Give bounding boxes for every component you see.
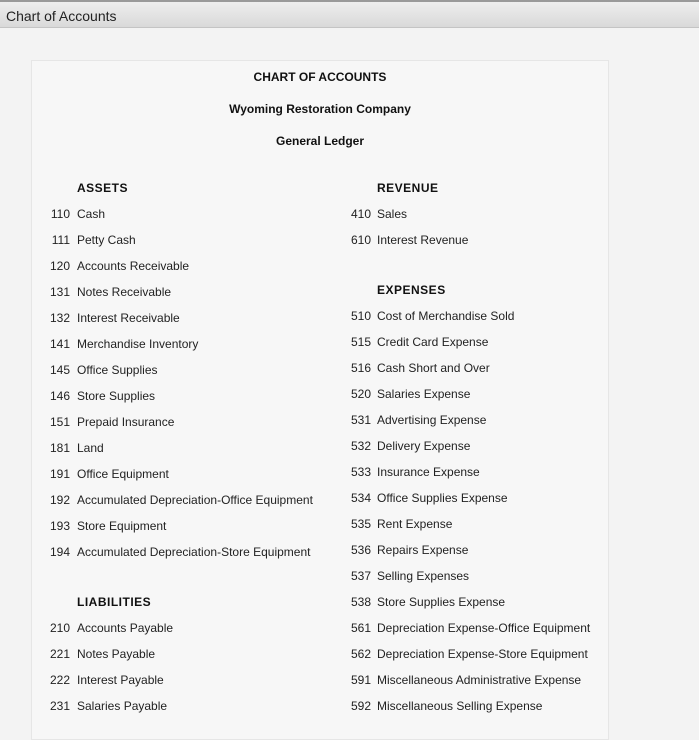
account-name: Notes Receivable <box>77 285 172 299</box>
account-number: 536 <box>350 543 371 557</box>
account-number: 531 <box>350 413 371 427</box>
account-number: 146 <box>49 389 70 403</box>
account-number: 110 <box>50 207 70 221</box>
account-number: 222 <box>49 673 70 687</box>
account-number: 592 <box>350 699 371 713</box>
account-number: 532 <box>350 439 371 453</box>
account-name: Miscellaneous Administrative Expense <box>377 673 582 687</box>
account-number: 221 <box>49 647 70 661</box>
account-number: 193 <box>49 519 70 533</box>
expenses-heading: EXPENSES <box>377 283 446 297</box>
account-name: Interest Payable <box>77 673 164 687</box>
account-number: 510 <box>350 309 371 323</box>
account-name: Cost of Merchandise Sold <box>377 309 515 323</box>
account-name: Selling Expenses <box>377 569 470 583</box>
account-name: Sales <box>377 207 408 221</box>
account-name: Salaries Expense <box>377 387 471 401</box>
account-name: Land <box>77 441 104 455</box>
company-name: Wyoming Restoration Company <box>229 102 411 116</box>
account-name: Cash <box>77 207 106 221</box>
account-number: 515 <box>350 335 371 349</box>
account-name: Merchandise Inventory <box>77 337 199 351</box>
revenue-heading: REVENUE <box>377 181 439 195</box>
account-number: 538 <box>350 595 371 609</box>
account-number: 535 <box>350 517 371 531</box>
liabilities-heading: LIABILITIES <box>77 595 152 609</box>
account-name: Depreciation Expense-Office Equipment <box>377 621 591 635</box>
account-name: Depreciation Expense-Store Equipment <box>377 647 588 661</box>
account-name: Interest Revenue <box>377 233 469 247</box>
account-name: Accumulated Depreciation-Office Equipmen… <box>77 493 313 507</box>
account-name: Credit Card Expense <box>377 335 489 349</box>
account-number: 561 <box>350 621 371 635</box>
account-number: 410 <box>350 207 371 221</box>
account-number: 120 <box>49 259 70 273</box>
account-number: 591 <box>350 673 371 687</box>
account-number: 534 <box>350 491 371 505</box>
assets-heading: ASSETS <box>77 181 129 195</box>
account-number: 533 <box>350 465 371 479</box>
account-number: 132 <box>49 311 70 325</box>
account-number: 192 <box>49 493 70 507</box>
account-name: Petty Cash <box>77 233 136 247</box>
account-number: 111 <box>51 233 70 247</box>
ledger-name: General Ledger <box>275 134 365 148</box>
account-name: Store Equipment <box>77 519 167 533</box>
account-number: 145 <box>49 363 70 377</box>
account-name: Office Supplies Expense <box>377 491 508 505</box>
account-name: Notes Payable <box>77 647 156 661</box>
account-number: 194 <box>49 545 70 559</box>
page-title: CHART OF ACCOUNTS <box>253 70 387 84</box>
account-name: Accounts Payable <box>77 621 174 635</box>
account-number: 131 <box>49 285 70 299</box>
account-number: 562 <box>350 647 371 661</box>
account-name: Delivery Expense <box>377 439 471 453</box>
account-number: 141 <box>49 337 70 351</box>
account-number: 151 <box>49 415 70 429</box>
account-name: Insurance Expense <box>377 465 480 479</box>
account-number: 516 <box>350 361 371 375</box>
account-name: Salaries Payable <box>77 699 168 713</box>
account-number: 181 <box>49 441 70 455</box>
account-name: Store Supplies <box>77 389 156 403</box>
account-name: Miscellaneous Selling Expense <box>377 699 543 713</box>
account-number: 537 <box>350 569 371 583</box>
account-number: 610 <box>350 233 371 247</box>
account-name: Prepaid Insurance <box>77 415 175 429</box>
account-number: 520 <box>350 387 371 401</box>
account-name: Cash Short and Over <box>377 361 490 375</box>
account-name: Office Supplies <box>77 363 158 377</box>
account-name: Store Supplies Expense <box>377 595 506 609</box>
account-name: Interest Receivable <box>77 311 180 325</box>
account-name: Accounts Receivable <box>77 259 190 273</box>
account-number: 210 <box>49 621 70 635</box>
account-name: Advertising Expense <box>377 413 487 427</box>
account-name: Repairs Expense <box>377 543 469 557</box>
account-name: Rent Expense <box>377 517 453 531</box>
window-title: Chart of Accounts <box>6 8 117 24</box>
account-number: 231 <box>49 699 70 713</box>
window-titlebar: Chart of Accounts <box>0 0 699 28</box>
account-name: Office Equipment <box>77 467 169 481</box>
account-name: Accumulated Depreciation-Store Equipment <box>77 545 311 559</box>
account-number: 191 <box>49 467 70 481</box>
